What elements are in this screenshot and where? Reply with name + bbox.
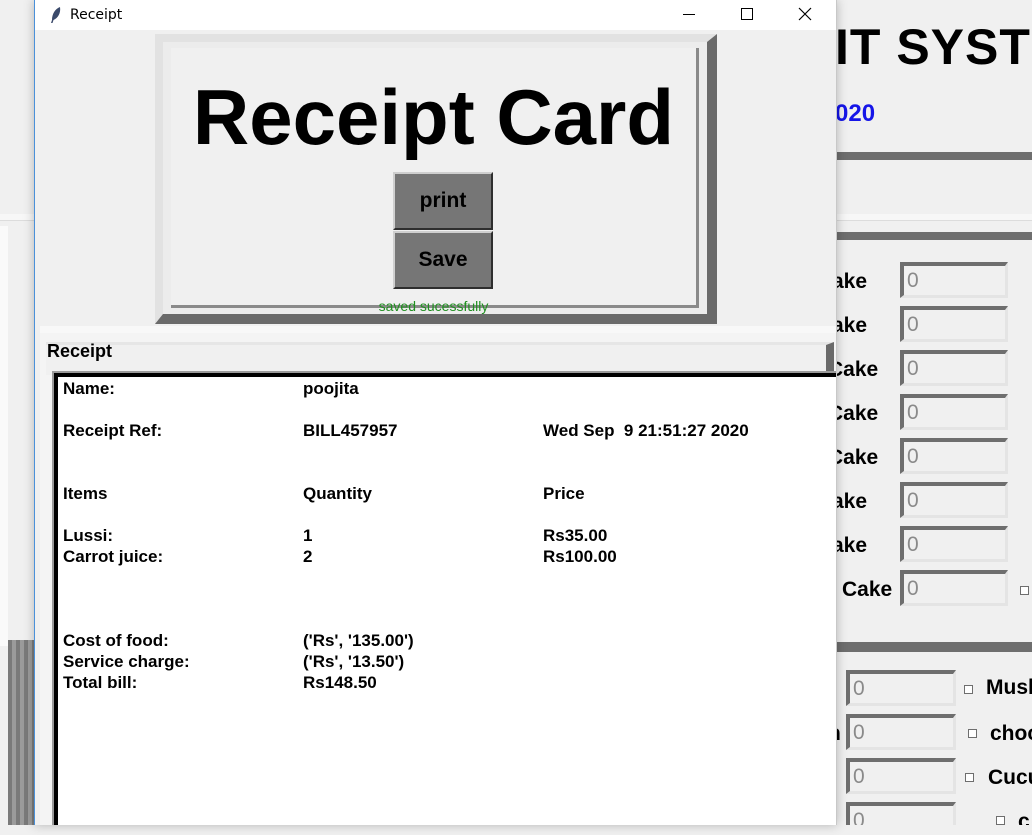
receipt-card-panel: Receipt Card print Save saved sucessfull… xyxy=(171,48,699,314)
cake-quantity-input[interactable]: 0 xyxy=(900,306,1008,342)
left-bottom-panel-edge xyxy=(8,640,36,825)
price-header: Price xyxy=(543,484,585,503)
cake-quantity-input[interactable]: 0 xyxy=(900,394,1008,430)
cake-quantity-input[interactable]: 0 xyxy=(900,350,1008,386)
cake-label: ake xyxy=(832,490,868,513)
name-value: poojita xyxy=(303,379,359,398)
drink-row: 0 c xyxy=(834,802,1032,825)
service-charge-value: ('Rs', '13.50') xyxy=(303,652,405,671)
drink-checkbox[interactable] xyxy=(965,773,974,782)
save-button[interactable]: Save xyxy=(393,231,493,289)
drink-quantity-input[interactable]: 0 xyxy=(846,714,956,750)
total-label: Total bill: xyxy=(63,673,138,692)
cake-row: ake 0 xyxy=(832,262,1032,302)
receipt-window: Receipt Receipt Card print Save saved su… xyxy=(34,0,837,825)
card-title: Receipt Card xyxy=(192,73,675,161)
cake-quantity-input[interactable]: 0 xyxy=(900,438,1008,474)
line-item-price: Rs35.00 xyxy=(543,526,608,545)
drink-checkbox[interactable] xyxy=(964,685,973,694)
name-label: Name: xyxy=(63,379,115,398)
line-item-name: Carrot juice: xyxy=(63,547,164,566)
feather-icon xyxy=(51,7,61,23)
receipt-section-label: Receipt xyxy=(47,341,113,361)
ref-value: BILL457957 xyxy=(303,421,398,440)
cake-row: ake 0 xyxy=(832,306,1032,346)
cake-row: Cake 0 xyxy=(828,350,1032,390)
cake-row: ake 0 xyxy=(832,526,1032,566)
cake-quantity-input[interactable]: 0 xyxy=(900,482,1008,518)
app-title: IT SYSTE xyxy=(835,19,1032,75)
receipt-labelframe: Receipt Name: poojita Receipt Ref: BILL4… xyxy=(40,326,836,825)
window-title: Receipt xyxy=(70,7,123,23)
drink-quantity-input[interactable]: 0 xyxy=(846,670,956,706)
minimize-button[interactable] xyxy=(660,0,718,30)
line-item-quantity: 2 xyxy=(303,547,313,566)
cake-row: Cake 0 xyxy=(828,394,1032,434)
minimize-icon xyxy=(683,14,695,15)
cake-quantity-input[interactable]: 0 xyxy=(900,262,1008,298)
drink-row: n 0 choc xyxy=(828,714,1032,754)
receipt-text-area[interactable]: Name: poojita Receipt Ref: BILL457957 We… xyxy=(52,371,836,825)
line-item-name: Lussi: xyxy=(63,526,114,545)
line-item-price: Rs100.00 xyxy=(543,547,617,566)
drink-label: c xyxy=(1018,810,1030,825)
line-item-quantity: 1 xyxy=(303,526,313,545)
cost-label: Cost of food: xyxy=(63,631,169,650)
drink-label: Musl xyxy=(986,676,1032,699)
cake-quantity-input[interactable]: 0 xyxy=(900,526,1008,562)
title-bar[interactable]: Receipt xyxy=(35,0,836,30)
cost-value: ('Rs', '135.00') xyxy=(303,631,414,650)
cake-quantity-input[interactable]: 0 xyxy=(900,570,1008,606)
cake-label: ake xyxy=(832,270,868,293)
drink-checkbox[interactable] xyxy=(968,729,977,738)
app-date: 020 xyxy=(835,100,876,127)
cake-label: ake xyxy=(832,534,868,557)
close-icon xyxy=(798,7,812,21)
cake-row: Cake 0 xyxy=(834,570,1032,610)
drink-checkbox[interactable] xyxy=(996,816,1005,825)
receipt-card-frame: Receipt Card print Save saved sucessfull… xyxy=(155,34,717,324)
receipt-datetime: Wed Sep 9 21:51:27 2020 xyxy=(543,421,749,440)
status-message: saved sucessfully xyxy=(378,298,489,314)
drink-label: Cucu xyxy=(988,766,1032,789)
maximize-icon xyxy=(741,8,753,20)
cake-label: Cake xyxy=(842,578,893,601)
ref-label: Receipt Ref: xyxy=(63,421,163,440)
close-button[interactable] xyxy=(776,0,834,30)
drink-row: 0 Cucu xyxy=(834,758,1032,798)
cake-label: ake xyxy=(832,314,868,337)
drink-label: choc xyxy=(990,722,1032,745)
items-header: Items xyxy=(63,484,108,503)
cake-checkbox[interactable] xyxy=(1020,586,1029,595)
service-charge-label: Service charge: xyxy=(63,652,190,671)
total-value: Rs148.50 xyxy=(303,673,377,692)
receipt-section-header xyxy=(46,342,834,375)
print-button[interactable]: print xyxy=(393,172,493,230)
drink-quantity-input[interactable]: 0 xyxy=(846,758,956,794)
drink-quantity-input[interactable]: 0 xyxy=(846,802,956,825)
quantity-header: Quantity xyxy=(303,484,372,503)
drink-row: 0 Musl xyxy=(834,670,1032,710)
cake-row: Cake 0 xyxy=(828,438,1032,478)
maximize-button[interactable] xyxy=(718,0,776,30)
cake-row: ake 0 xyxy=(832,482,1032,522)
